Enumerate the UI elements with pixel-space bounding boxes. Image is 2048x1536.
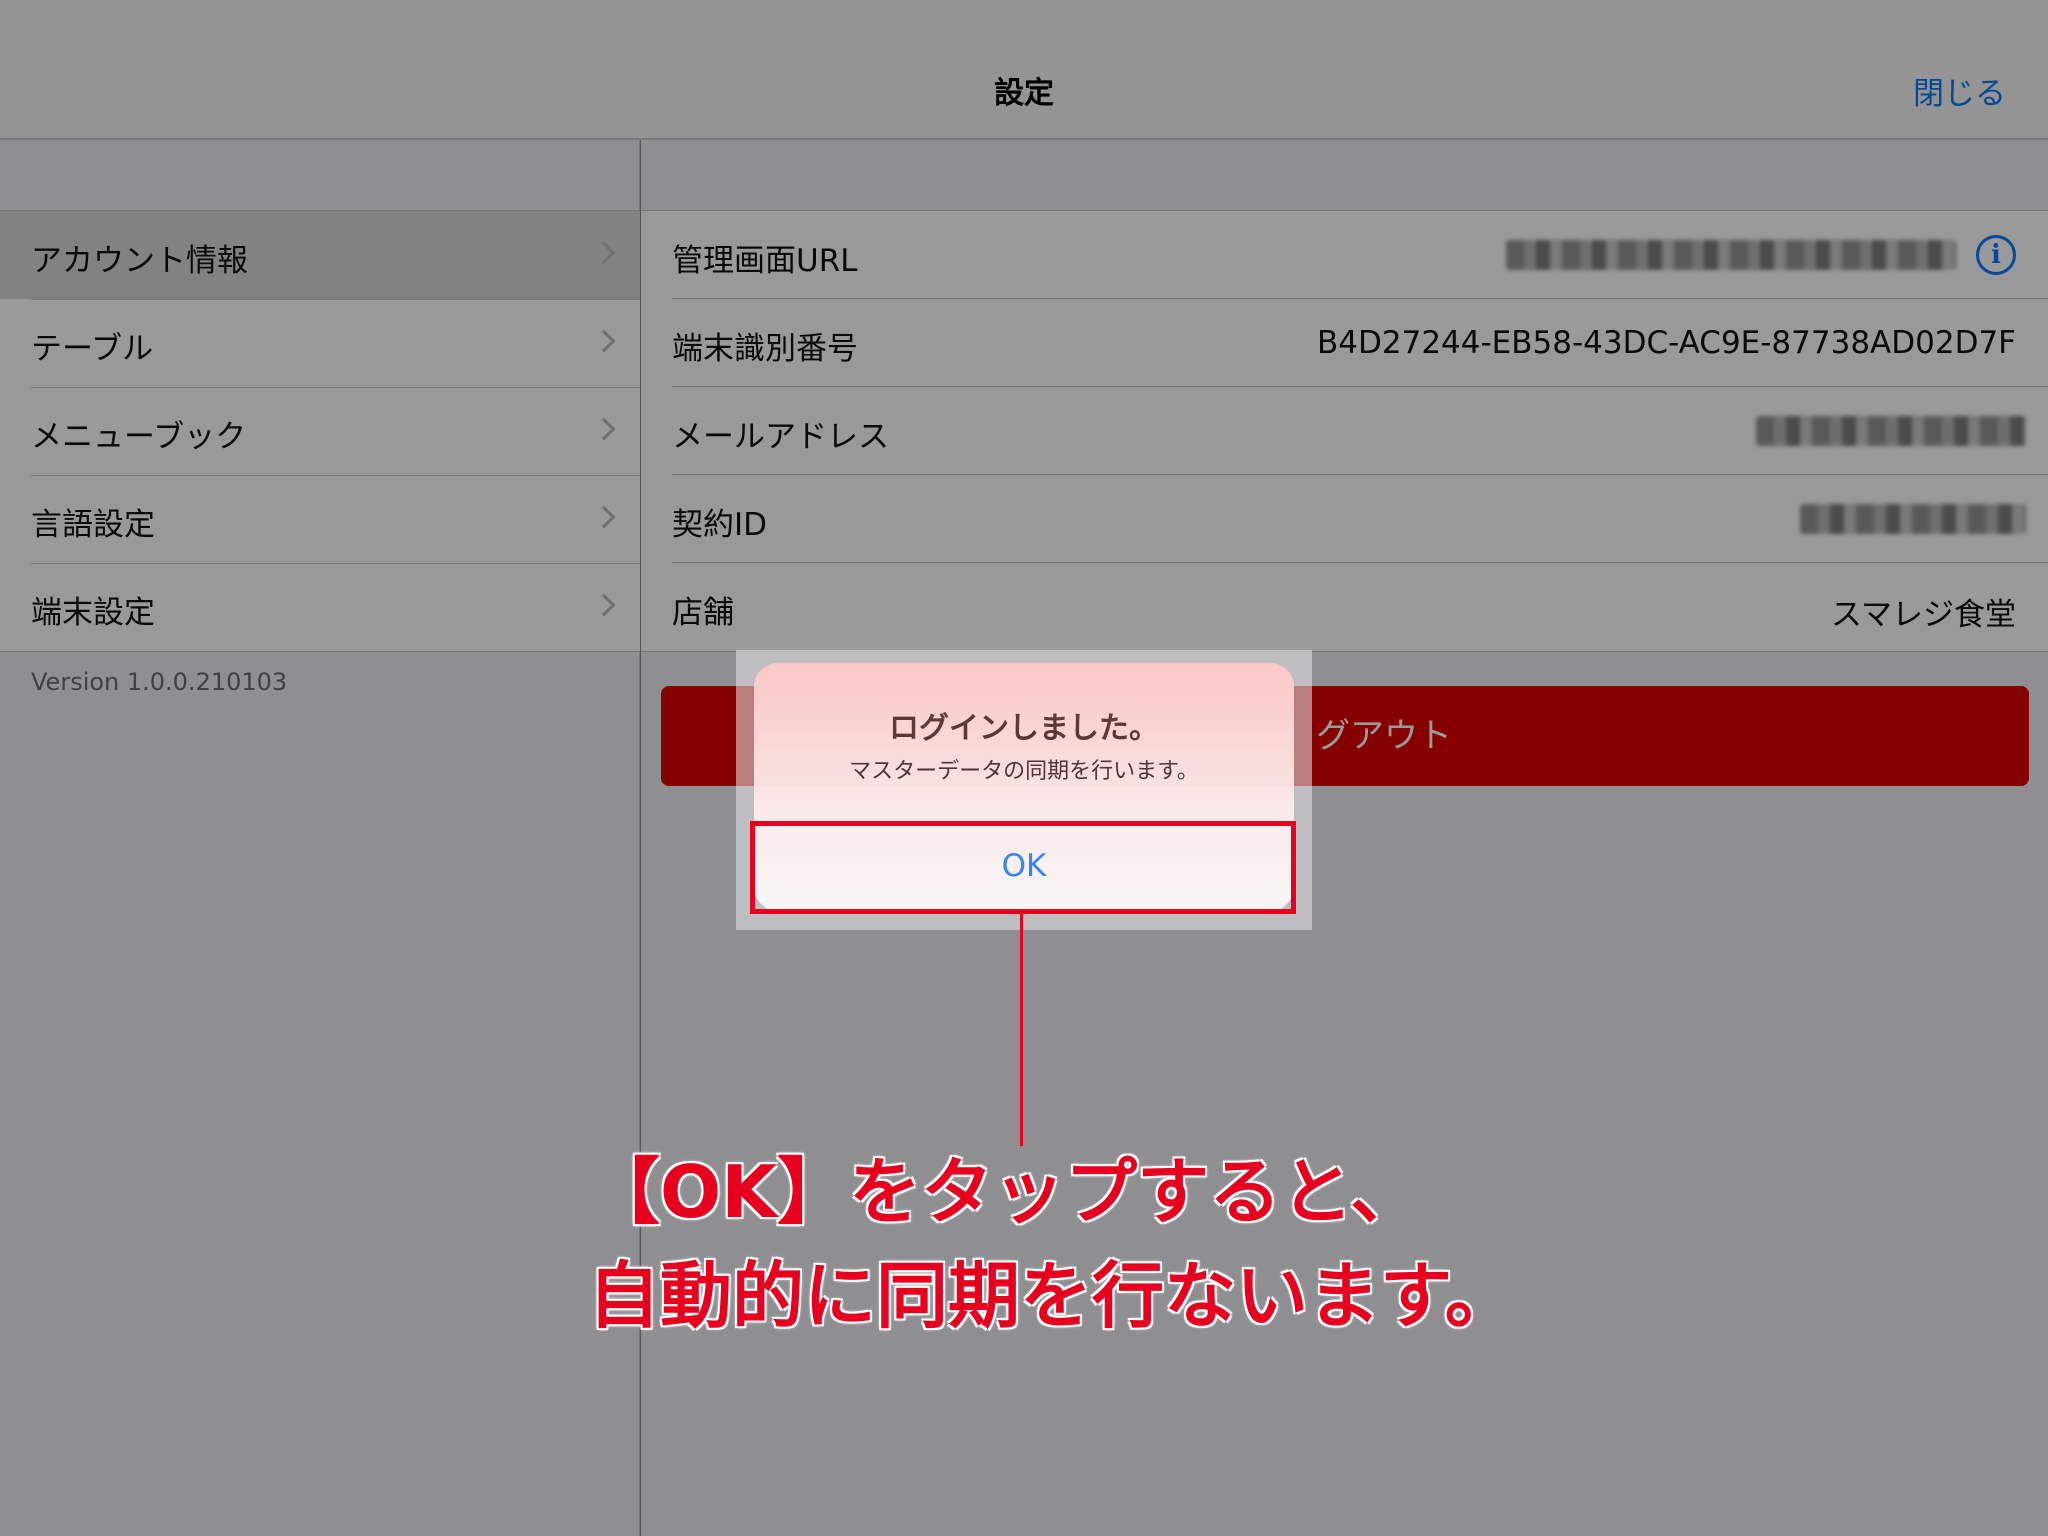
login-alert: ログインしました。 マスターデータの同期を行います。 OK <box>754 663 1294 911</box>
alert-title: ログインしました。 <box>889 711 1159 746</box>
callout-line <box>1020 914 1023 1146</box>
annotation-line-2: 自動的に同期を行ないます。 <box>588 1254 1517 1338</box>
instruction-annotation: 【OK】をタップすると、 自動的に同期を行ないます。 <box>588 1140 1517 1348</box>
alert-message: マスターデータの同期を行います。 <box>849 759 1199 784</box>
annotation-line-1: 【OK】をタップすると、 <box>588 1150 1423 1234</box>
ok-button[interactable]: OK <box>754 822 1294 911</box>
